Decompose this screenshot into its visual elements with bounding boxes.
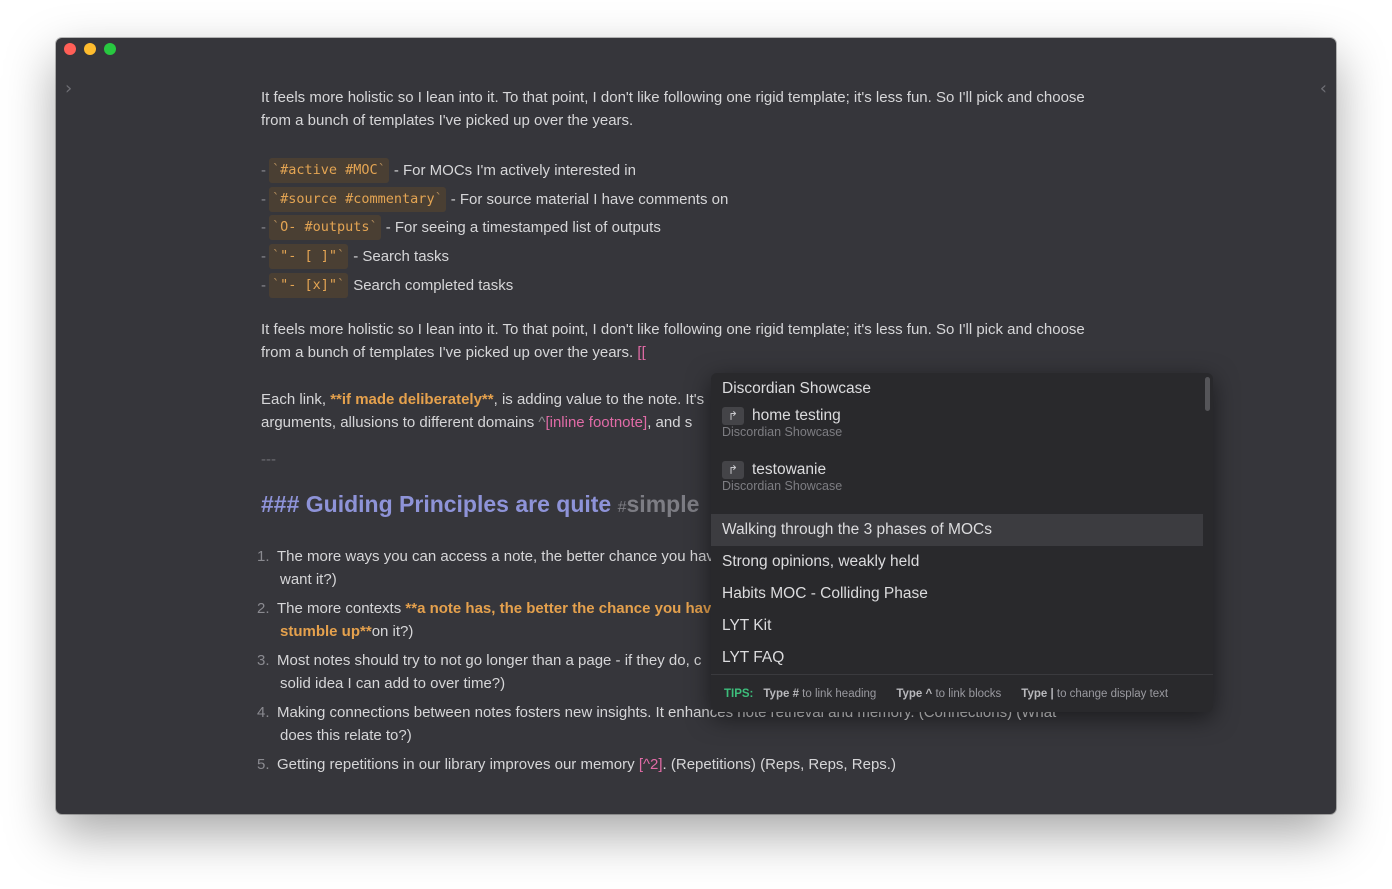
- window-controls: [64, 43, 116, 55]
- paragraph-text: , is adding value to the note. It's: [493, 390, 705, 408]
- list-item: 5. Getting repetitions in our library im…: [257, 753, 1091, 776]
- list-number: 1.: [257, 547, 270, 565]
- tip-display-text: Type | to change display text: [1021, 687, 1169, 700]
- bullet-dash: -: [261, 276, 266, 294]
- inline-code: `"- [ ]"`: [269, 244, 349, 270]
- suggestion-title: Walking through the 3 phases of MOCs: [722, 521, 992, 538]
- tip-link-heading: Type # to link heading: [763, 687, 877, 700]
- list-number: 2.: [257, 599, 270, 617]
- list-item: - `#source #commentary` - For source mat…: [261, 185, 1091, 214]
- suggestion-item[interactable]: LYT FAQ: [711, 642, 1203, 674]
- list-item-text: - For seeing a timestamped list of outpu…: [385, 219, 661, 237]
- inline-code: `#source #commentary`: [269, 186, 446, 212]
- suggestion-item[interactable]: Strong opinions, weakly held: [711, 546, 1203, 578]
- list-item-text: on it?): [371, 622, 414, 640]
- inline-code: `O- #outputs`: [269, 215, 381, 241]
- suggestion-title: Strong opinions, weakly held: [722, 553, 920, 570]
- suggestion-item[interactable]: Habits MOC - Colliding Phase: [711, 578, 1203, 610]
- app-window: › ‹ It feels more holistic so I lean int…: [56, 38, 1336, 814]
- suggestion-title: LYT FAQ: [722, 649, 785, 666]
- paragraph-text: , and s: [647, 413, 693, 431]
- list-item-text: - For MOCs I'm actively interested in: [393, 161, 636, 179]
- popup-tips-bar: TIPS: Type # to link heading Type ^ to l…: [711, 674, 1213, 712]
- bold-text: **if made deliberately**: [330, 390, 494, 408]
- paragraph: It feels more holistic so I lean into it…: [261, 89, 1085, 129]
- alias-redirect-icon: ↱: [722, 461, 744, 479]
- list-item-text: The more contexts: [277, 599, 406, 617]
- suggestion-title: Habits MOC - Colliding Phase: [722, 585, 928, 602]
- suggestion-title: home testing: [752, 407, 841, 424]
- paragraph-text: Each link,: [261, 390, 331, 408]
- wikilink-open: [[: [637, 343, 646, 361]
- bullet-dash: -: [261, 219, 266, 237]
- bullet-dash: -: [261, 161, 266, 179]
- list-number: 3.: [257, 651, 270, 669]
- zoom-window-button[interactable]: [104, 43, 116, 55]
- alias-row: ↱ testowanie: [722, 461, 1203, 479]
- suggestion-title: Discordian Showcase: [722, 380, 872, 397]
- list-item-text: - Search tasks: [353, 248, 450, 266]
- bullet-dash: -: [261, 248, 266, 266]
- list-item-text: does this relate to?): [280, 726, 412, 744]
- list-item: - `"- [x]"` Search completed tasks: [261, 271, 1091, 300]
- list-item: - `O- #outputs` - For seeing a timestamp…: [261, 214, 1091, 243]
- list-item: - `#active #MOC` - For MOCs I'm actively…: [261, 156, 1091, 185]
- expand-right-sidebar-icon[interactable]: ‹: [1320, 78, 1327, 99]
- paragraph-text: It feels more holistic so I lean into it…: [261, 320, 1085, 361]
- paragraph-text: arguments, allusions to different domain…: [261, 413, 539, 431]
- suggestion-title: LYT Kit: [722, 617, 772, 634]
- inline-code: `#active #MOC`: [269, 157, 389, 183]
- close-window-button[interactable]: [64, 43, 76, 55]
- list-item-text: Search completed tasks: [353, 276, 514, 294]
- bullet-dash: -: [261, 190, 266, 208]
- suggestion-title: testowanie: [752, 461, 827, 478]
- tips-label: TIPS:: [724, 687, 754, 700]
- minimize-window-button[interactable]: [84, 43, 96, 55]
- popup-scrollbar[interactable]: [1205, 377, 1210, 411]
- suggestion-item[interactable]: ↱ home testing Discordian Showcase: [711, 407, 1203, 457]
- suggestion-subtitle: Discordian Showcase: [722, 479, 843, 493]
- list-number: 4.: [257, 703, 270, 721]
- paragraph: It feels more holistic so I lean into it…: [261, 318, 1091, 364]
- bold-text: **a note has, the better the chance you …: [405, 599, 720, 617]
- bold-text: stumble up**: [280, 622, 372, 640]
- tip-link-blocks: Type ^ to link blocks: [896, 687, 1002, 700]
- link-suggestion-popup: Discordian Showcase ↱ home testing Disco…: [711, 373, 1213, 712]
- alias-redirect-icon: ↱: [722, 407, 744, 425]
- footnote-ref[interactable]: [^2]: [639, 756, 663, 773]
- list-item-text: - For source material I have comments on: [450, 190, 729, 208]
- alias-row: ↱ home testing: [722, 407, 1203, 425]
- suggestion-item[interactable]: Discordian Showcase: [711, 373, 1203, 405]
- list-number: 5.: [257, 755, 270, 773]
- suggestion-item[interactable]: LYT Kit: [711, 610, 1203, 642]
- list-item-text: Getting repetitions in our library impro…: [277, 755, 639, 773]
- suggestion-item[interactable]: ↱ testowanie Discordian Showcase: [711, 461, 1203, 511]
- heading-text: ### Guiding Principles are quite: [261, 490, 618, 517]
- expand-left-sidebar-icon[interactable]: ›: [65, 78, 72, 99]
- list-item-text: . (Repetitions) (Reps, Reps, Reps.): [662, 755, 896, 773]
- suggestion-item-selected[interactable]: Walking through the 3 phases of MOCs: [711, 514, 1203, 546]
- bullet-list: - `#active #MOC` - For MOCs I'm actively…: [261, 156, 1091, 300]
- inline-footnote[interactable]: [inline footnote]: [545, 414, 647, 431]
- tag-hash: #: [617, 498, 627, 516]
- tag-text[interactable]: simple: [627, 491, 700, 517]
- list-item: - `"- [ ]"` - Search tasks: [261, 242, 1091, 271]
- inline-code: `"- [x]"`: [269, 272, 349, 298]
- suggestion-subtitle: Discordian Showcase: [722, 425, 843, 439]
